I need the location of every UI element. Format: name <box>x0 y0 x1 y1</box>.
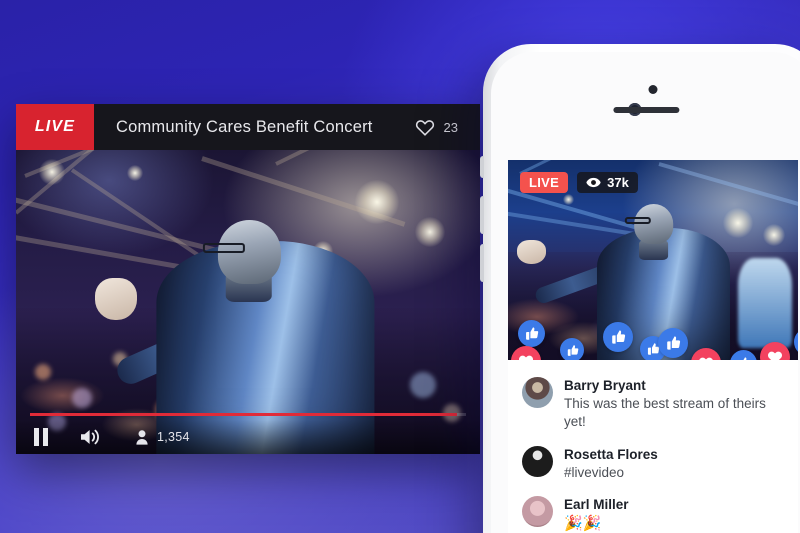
comment-item[interactable]: Rosetta Flores #livevideo <box>508 439 798 489</box>
thumbs-up-icon <box>667 336 681 350</box>
avatar <box>522 496 553 528</box>
smartphone-device: LIVE 37k Barry Bryant This was the best … <box>480 44 800 533</box>
comment-author: Barry Bryant <box>564 378 646 393</box>
comment-text: #livevideo <box>564 464 625 480</box>
thumbs-up-icon <box>526 327 539 340</box>
thumbs-up-icon <box>612 330 626 344</box>
pause-icon[interactable] <box>34 428 50 446</box>
heart-outline-icon[interactable] <box>415 118 435 136</box>
phone-screen[interactable]: LIVE 37k Barry Bryant This was the best … <box>508 160 798 533</box>
heart-filled-icon <box>699 357 713 360</box>
avatar <box>522 445 553 477</box>
heart-filled-icon <box>767 351 783 360</box>
live-badge: LIVE <box>520 172 569 193</box>
like-group[interactable]: 23 <box>415 118 480 136</box>
comments-list: Barry Bryant This was the best stream of… <box>508 360 798 533</box>
viewer-count-badge: 37k <box>577 172 638 193</box>
video-stage[interactable]: 1,354 <box>16 150 480 454</box>
backup-singer <box>738 258 793 348</box>
volume-on-icon[interactable] <box>80 428 102 446</box>
phone-viewer-count: 37k <box>607 175 629 190</box>
progress-bar[interactable] <box>30 413 466 416</box>
player-controls: 1,354 <box>16 420 480 454</box>
eye-icon <box>586 177 601 188</box>
desktop-video-player[interactable]: LIVE Community Cares Benefit Concert 23 <box>16 104 480 454</box>
heart-filled-icon <box>518 355 534 360</box>
phone-video-area[interactable]: LIVE 37k <box>508 160 798 360</box>
live-badge: LIVE <box>16 104 94 150</box>
avatar <box>522 377 553 408</box>
comment-body: Rosetta Flores #livevideo <box>564 446 658 482</box>
speaker-grille <box>613 107 680 113</box>
reaction-like[interactable] <box>518 320 545 347</box>
proximity-sensor-dot <box>648 85 658 94</box>
performer-glasses <box>202 243 245 254</box>
performer-hand <box>516 240 546 264</box>
spotlight <box>415 216 446 247</box>
volume-down-button[interactable] <box>480 244 484 282</box>
comment-text: This was the best stream of theirs yet! <box>564 396 766 430</box>
performer-head <box>634 204 674 244</box>
crowd-light <box>410 372 437 399</box>
page-title: Community Cares Benefit Concert <box>116 117 373 136</box>
pause-button[interactable] <box>34 428 50 446</box>
reaction-like[interactable] <box>658 328 688 358</box>
spotlight <box>354 180 399 225</box>
thumbs-up-icon <box>743 357 747 360</box>
reaction-like[interactable] <box>560 338 584 360</box>
comment-body: Earl Miller 🎉🎉 <box>564 496 629 533</box>
player-header-bar: LIVE Community Cares Benefit Concert 23 <box>16 104 480 150</box>
crowd-light <box>34 363 51 380</box>
comment-item[interactable]: Barry Bryant This was the best stream of… <box>508 370 798 439</box>
thumbs-up-icon <box>567 344 578 356</box>
comment-author: Earl Miller <box>564 497 629 513</box>
performer-glasses <box>624 217 651 224</box>
phone-video-overlay: LIVE 37k <box>520 172 638 193</box>
volume-up-button[interactable] <box>480 196 484 234</box>
comment-body: Barry Bryant This was the best stream of… <box>564 377 784 432</box>
phone-body: LIVE 37k Barry Bryant This was the best … <box>491 52 800 533</box>
reaction-like[interactable] <box>603 322 633 352</box>
performer-hand <box>94 277 137 321</box>
spotlight <box>722 208 753 238</box>
viewer-count-group: 1,354 <box>136 429 190 445</box>
comment-emoji: 🎉🎉 <box>564 515 602 533</box>
viewer-count: 1,354 <box>157 430 190 444</box>
progress-fill <box>30 413 458 416</box>
like-count: 23 <box>443 119 458 135</box>
volume-button[interactable] <box>80 428 102 446</box>
mute-switch[interactable] <box>480 156 484 178</box>
comment-item[interactable]: Earl Miller 🎉🎉 <box>508 489 798 533</box>
video-scene <box>16 150 480 454</box>
person-icon <box>136 429 148 445</box>
crowd-light <box>71 388 92 409</box>
comment-author: Rosetta Flores <box>564 446 658 462</box>
